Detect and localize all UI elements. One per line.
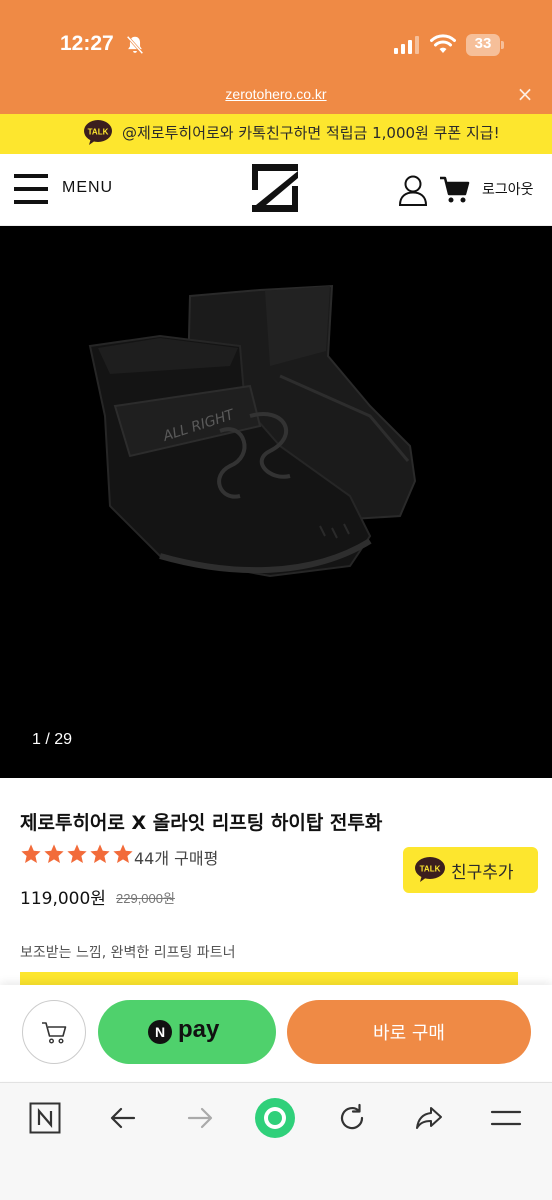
cart-icon[interactable]	[440, 176, 470, 204]
kakao-add-friend-label: 친구추가	[451, 863, 514, 883]
banner-text: @제로투히어로와 카톡친구하면 적립금 1,000원 쿠폰 지급!	[122, 124, 500, 142]
naver-n-icon: N	[148, 1020, 172, 1044]
star-icon	[44, 844, 64, 863]
address-bar-url[interactable]: zerotohero.co.kr	[0, 86, 552, 102]
review-count[interactable]: 44개 구매평	[134, 845, 218, 869]
logout-link[interactable]: 로그아웃	[482, 179, 534, 199]
bell-mute-icon	[126, 35, 144, 55]
buy-now-button[interactable]: 바로 구매	[287, 1000, 531, 1064]
add-to-cart-button[interactable]	[22, 1000, 86, 1064]
buy-now-label: 바로 구매	[373, 1023, 445, 1044]
gallery-counter: 1 / 29	[32, 731, 73, 748]
product-title: 제로투히어로 X 올라잇 리프팅 하이탑 전투화	[20, 812, 383, 834]
kakao-badge-text: TALK	[420, 865, 441, 874]
back-arrow-icon[interactable]	[107, 1102, 139, 1134]
star-icon	[90, 844, 110, 863]
naver-home-icon[interactable]	[29, 1102, 61, 1134]
cell-signal-icon	[394, 36, 419, 54]
battery-level: 33	[474, 35, 492, 52]
kakao-talk-icon: TALK	[415, 857, 445, 882]
battery-indicator: 33	[466, 34, 506, 56]
star-icon	[21, 844, 41, 863]
kakao-add-friend-button[interactable]: TALK 친구추가	[403, 847, 538, 893]
refresh-icon[interactable]	[336, 1102, 368, 1134]
rating-stars	[20, 843, 134, 867]
star-icon	[67, 844, 87, 863]
star-icon	[113, 844, 133, 863]
cart-icon	[42, 1022, 67, 1044]
kakao-badge-text: TALK	[88, 128, 109, 137]
sale-price: 119,000원	[20, 889, 106, 909]
green-dot-icon[interactable]	[254, 1097, 296, 1139]
user-icon[interactable]	[398, 174, 428, 206]
forward-arrow-icon[interactable]	[184, 1102, 216, 1134]
share-icon[interactable]	[413, 1102, 445, 1134]
promo-strip	[20, 972, 518, 986]
original-price: 229,000원	[116, 891, 175, 906]
hamburger-menu-icon[interactable]	[490, 1102, 522, 1134]
npay-button[interactable]: N pay	[98, 1000, 276, 1064]
zerotohero-logo[interactable]	[252, 164, 300, 212]
kakao-talk-icon: TALK	[84, 120, 112, 145]
npay-label: pay	[178, 1016, 220, 1043]
hamburger-menu-icon[interactable]	[14, 174, 48, 204]
wifi-icon	[430, 34, 456, 53]
product-image: ALL RIGHT	[88, 284, 417, 578]
menu-label[interactable]: MENU	[62, 179, 113, 197]
product-image-gallery[interactable]: ALL RIGHT	[0, 226, 552, 778]
status-time: 12:27	[60, 32, 114, 55]
product-tagline: 보조받는 느낌, 완벽한 리프팅 파트너	[20, 945, 236, 961]
close-icon[interactable]: ×	[515, 84, 535, 104]
